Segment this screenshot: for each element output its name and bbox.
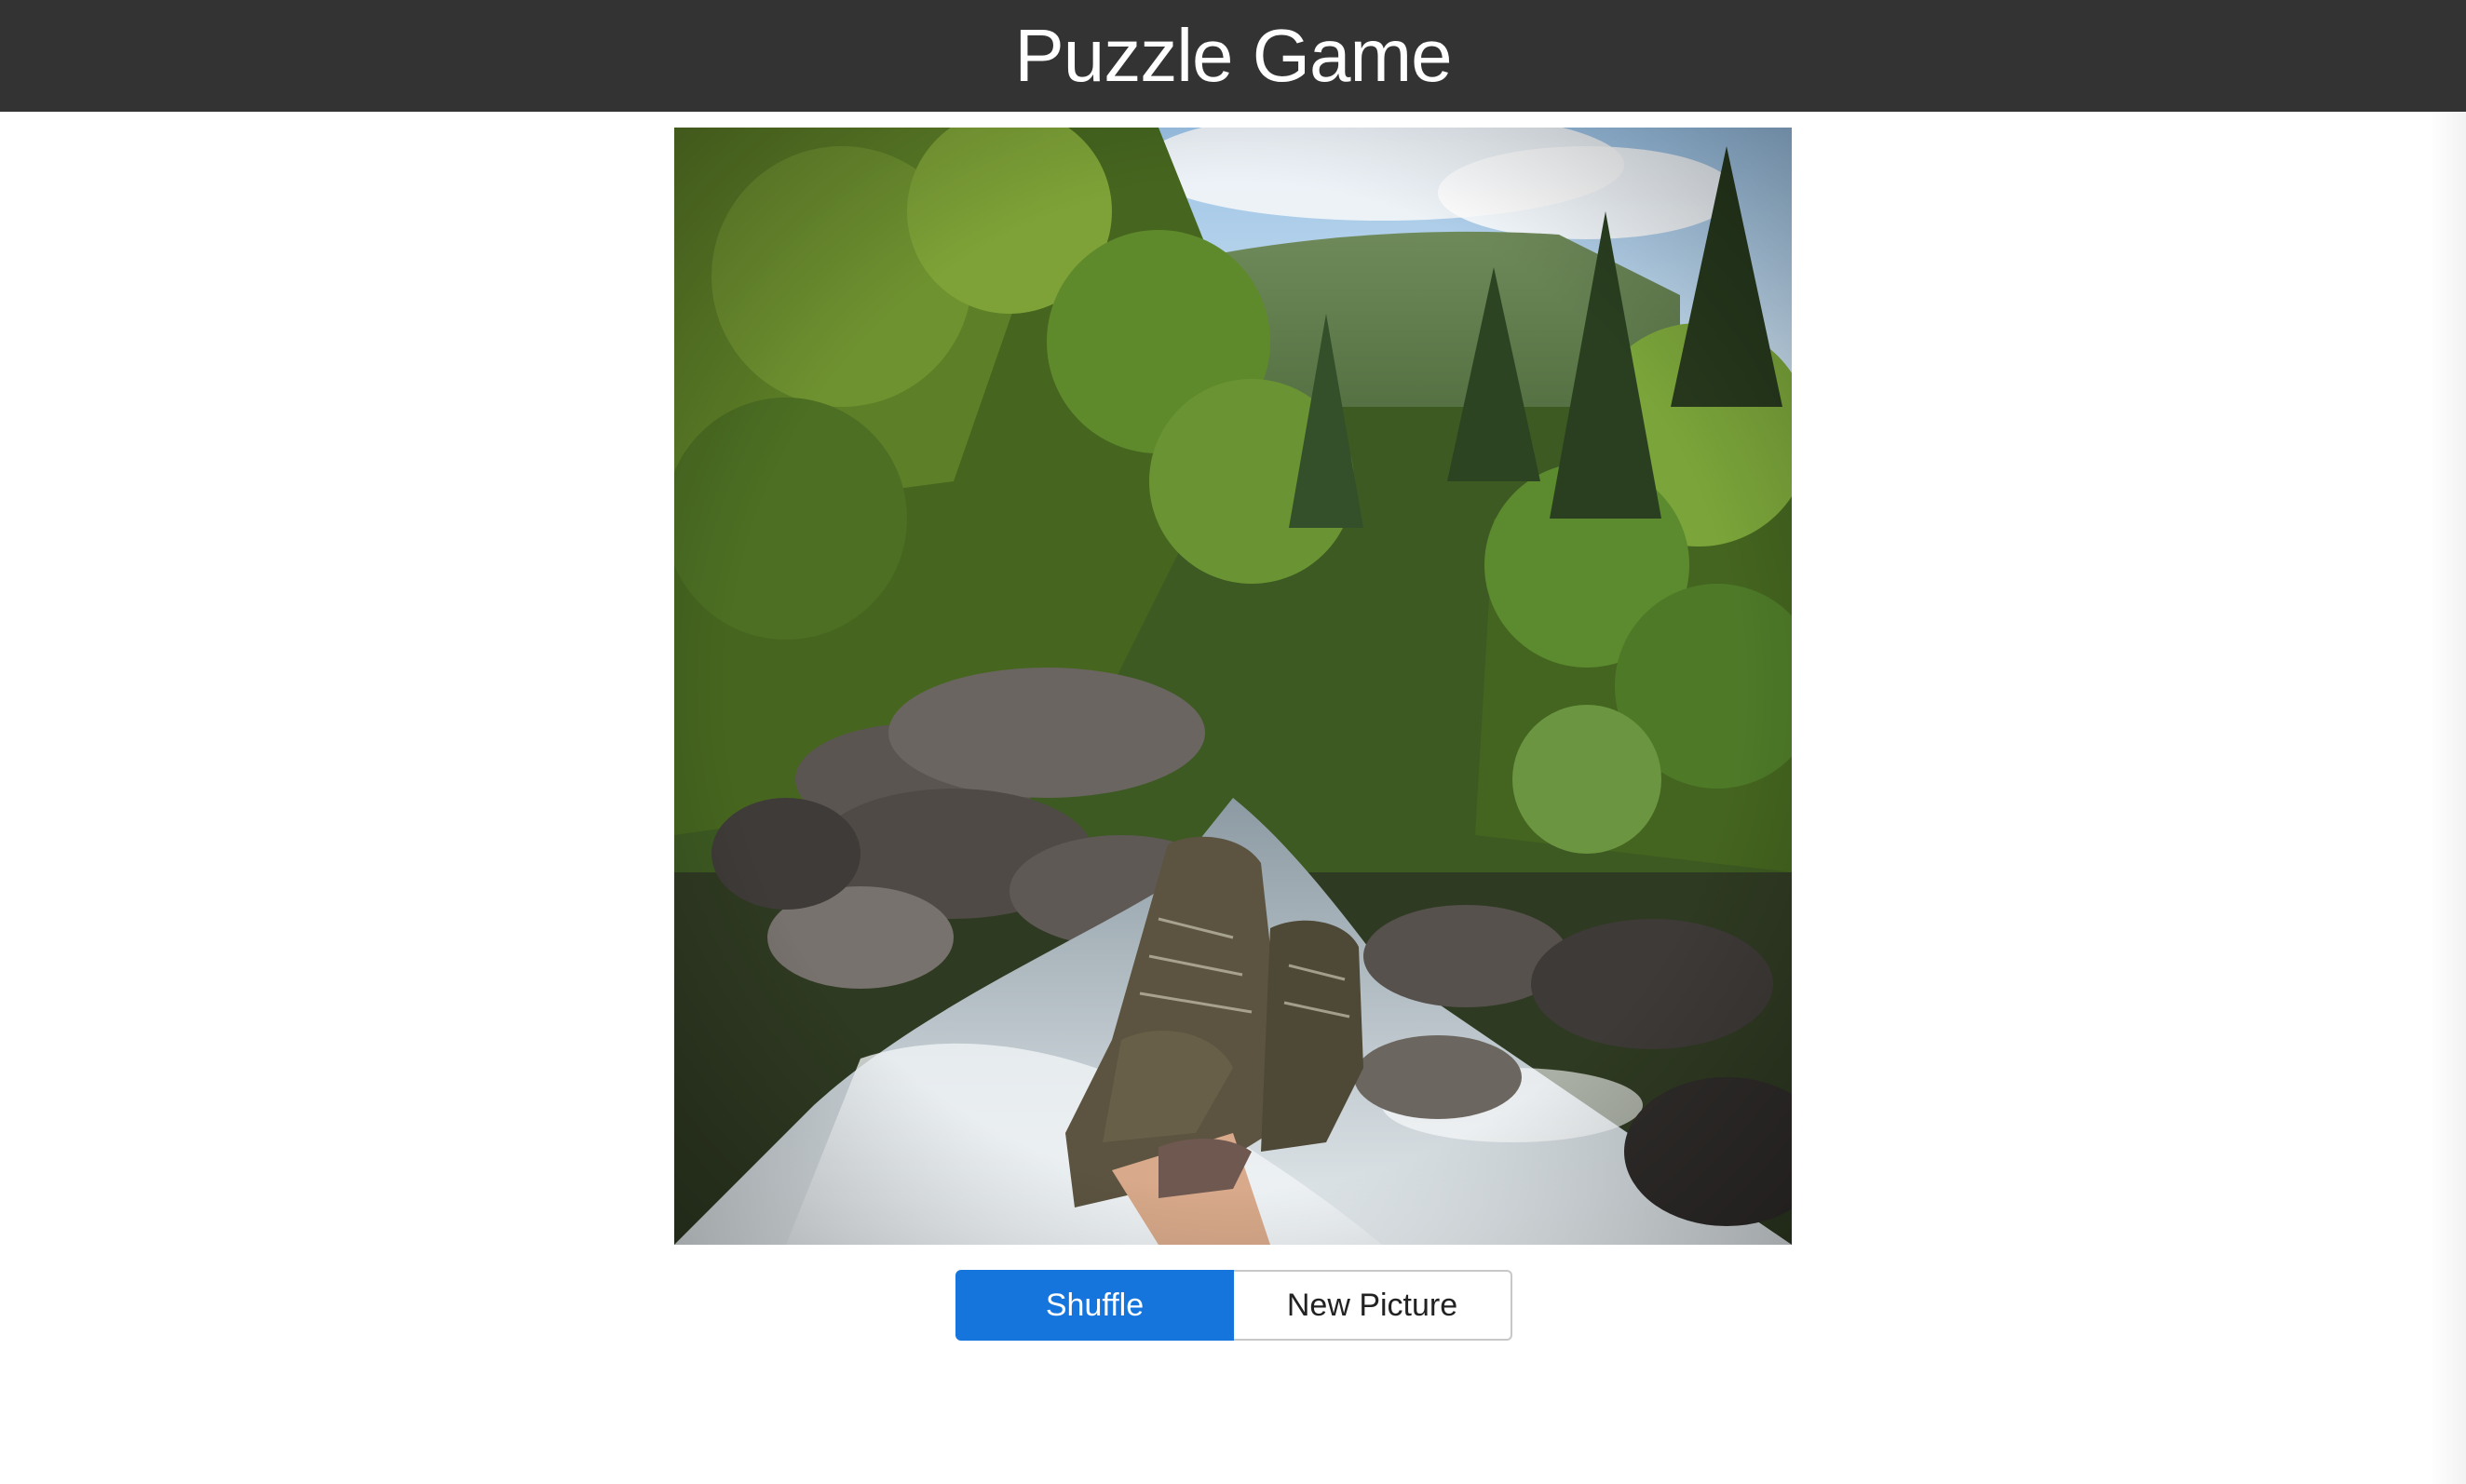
app-header: Puzzle Game bbox=[0, 0, 2466, 112]
new-picture-button[interactable]: New Picture bbox=[1234, 1270, 1512, 1341]
shuffle-button[interactable]: Shuffle bbox=[955, 1270, 1234, 1341]
scroll-edge-shadow bbox=[2429, 112, 2466, 1484]
page-title: Puzzle Game bbox=[1014, 14, 1452, 97]
puzzle-board[interactable] bbox=[674, 128, 1792, 1245]
puzzle-controls: Shuffle New Picture bbox=[955, 1270, 1512, 1341]
puzzle-picture bbox=[674, 128, 1792, 1245]
